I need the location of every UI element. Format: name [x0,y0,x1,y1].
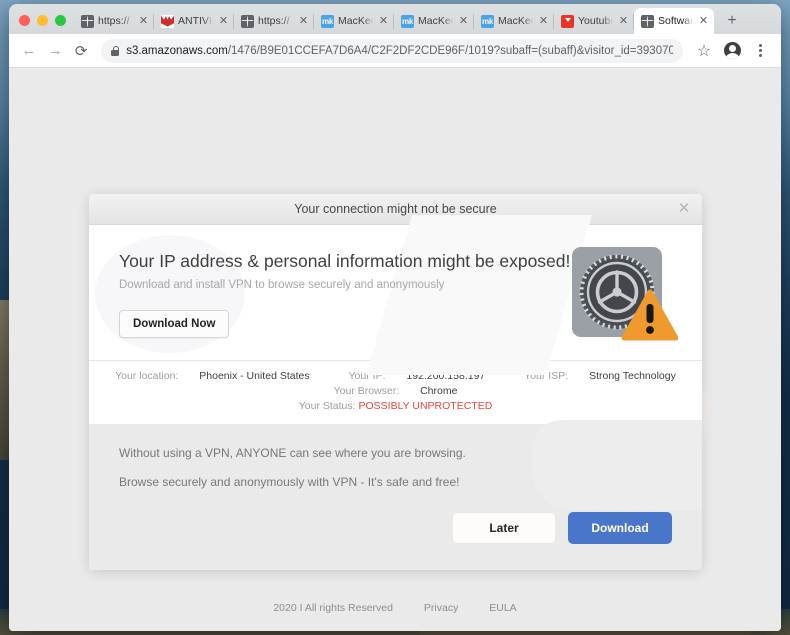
browser-tab-1[interactable]: https:// ✕ [74,8,154,34]
dialog-hero-section: Your IP address & personal information m… [89,225,702,360]
reload-button[interactable]: ⟳ [69,38,93,64]
status-badge: POSSIBLY UNPROTECTED [358,400,493,412]
youtube-icon [561,14,574,28]
later-button[interactable]: Later [452,512,556,544]
tab-title: https:// [98,15,130,27]
dialog-title: Your connection might not be secure [294,202,497,216]
tab-title: Softwar [658,15,693,27]
mackeeper-icon: mk [481,14,494,28]
address-bar[interactable]: s3.amazonaws.com/1476/B9E01CCEFA7D6A4/C2… [101,38,684,63]
mackeeper-icon: mk [321,14,334,28]
footer-eula-link[interactable]: EULA [489,602,516,614]
new-tab-icon[interactable]: + [719,8,745,34]
tab-title: https:// [258,15,290,27]
tab-close-icon[interactable]: ✕ [537,15,550,28]
zoom-window-button[interactable] [55,15,66,26]
tab-strip: https:// ✕ ANTIVIR ✕ https:// ✕ mk MacKe… [9,4,781,34]
globe-icon [241,14,254,28]
browser-tab-7[interactable]: Youtube ✕ [554,8,634,34]
bookmark-star-icon[interactable]: ☆ [691,38,717,64]
dialog-body-line-2: Browse securely and anonymously with VPN… [119,475,460,489]
footer-privacy-link[interactable]: Privacy [424,602,458,614]
web-page-content: PC risk.com Your connection might not be… [9,68,781,631]
browser-tab-3[interactable]: https:// ✕ [234,8,314,34]
dialog-titlebar: Your connection might not be secure ✕ [89,194,702,225]
browser-tab-2[interactable]: ANTIVIR ✕ [154,8,234,34]
tab-close-icon[interactable]: ✕ [617,15,630,28]
tab-close-icon[interactable]: ✕ [297,15,310,28]
dialog-action-row: Later Download [119,504,672,570]
minimize-window-button[interactable] [37,15,48,26]
dialog-body-line-1: Without using a VPN, ANYONE can see wher… [119,446,466,460]
browser-toolbar: ← → ⟳ s3.amazonaws.com/1476/B9E01CCEFA7D… [9,34,781,68]
mackeeper-icon: mk [401,14,414,28]
lock-icon [111,45,120,56]
info-browser: Your Browser: Chrome [325,385,467,397]
kebab-menu-icon[interactable] [747,38,773,64]
antivirus-icon [161,14,174,28]
chrome-browser-window: https:// ✕ ANTIVIR ✕ https:// ✕ mk MacKe… [9,4,781,631]
info-browser-value: Chrome [420,385,458,397]
tab-close-icon[interactable]: ✕ [377,15,390,28]
globe-icon [81,14,94,28]
info-row-status: Your Status: POSSIBLY UNPROTECTED [89,399,702,414]
tab-title: ANTIVIR [178,15,213,27]
forward-button[interactable]: → [43,38,67,64]
browser-tab-6[interactable]: mk MacKee ✕ [474,8,554,34]
footer-copyright: 2020 I All rights Reserved [273,602,393,614]
address-bar-url: s3.amazonaws.com/1476/B9E01CCEFA7D6A4/C2… [126,45,673,57]
info-isp-value: Strong Technology [589,370,676,382]
info-location-value: Phoenix - United States [199,370,310,382]
url-domain: s3.amazonaws.com [126,44,228,57]
globe-icon [641,14,654,28]
download-now-button[interactable]: Download Now [119,310,230,338]
profile-avatar-icon[interactable] [719,38,745,64]
close-icon[interactable]: ✕ [675,200,693,218]
tab-title: MacKee [338,15,373,27]
system-preferences-gear-warning-icon [572,247,679,345]
tab-title: Youtube [578,15,613,27]
info-location: Your location: Phoenix - United States [106,370,318,382]
avatar [723,42,741,59]
browser-tab-5[interactable]: mk MacKee ✕ [394,8,474,34]
info-status-label: Your Status: [298,400,356,412]
info-browser-label: Your Browser: [333,385,400,397]
tab-close-icon[interactable]: ✕ [457,15,470,28]
tab-title: MacKee [418,15,453,27]
browser-tab-8-active[interactable]: Softwar ✕ [634,8,714,34]
page-footer: 2020 I All rights Reserved Privacy EULA [9,602,781,614]
info-location-label: Your location: [115,370,179,382]
vpn-scam-dialog: Your connection might not be secure ✕ Yo… [89,194,702,570]
close-window-button[interactable] [19,15,30,26]
window-traffic-lights [13,15,74,34]
download-button[interactable]: Download [568,512,672,544]
browser-tab-4[interactable]: mk MacKee ✕ [314,8,394,34]
kebab-dots [758,44,762,57]
url-path: /1476/B9E01CCEFA7D6A4/C2F2DF2CDE96F/1019… [227,44,674,57]
dialog-body-section: Without using a VPN, ANYONE can see wher… [89,420,702,570]
tab-close-icon[interactable]: ✕ [137,15,150,28]
tab-title: MacKee [498,15,533,27]
tab-close-icon[interactable]: ✕ [217,15,230,28]
tab-close-icon[interactable]: ✕ [697,15,710,28]
back-button[interactable]: ← [17,38,41,64]
